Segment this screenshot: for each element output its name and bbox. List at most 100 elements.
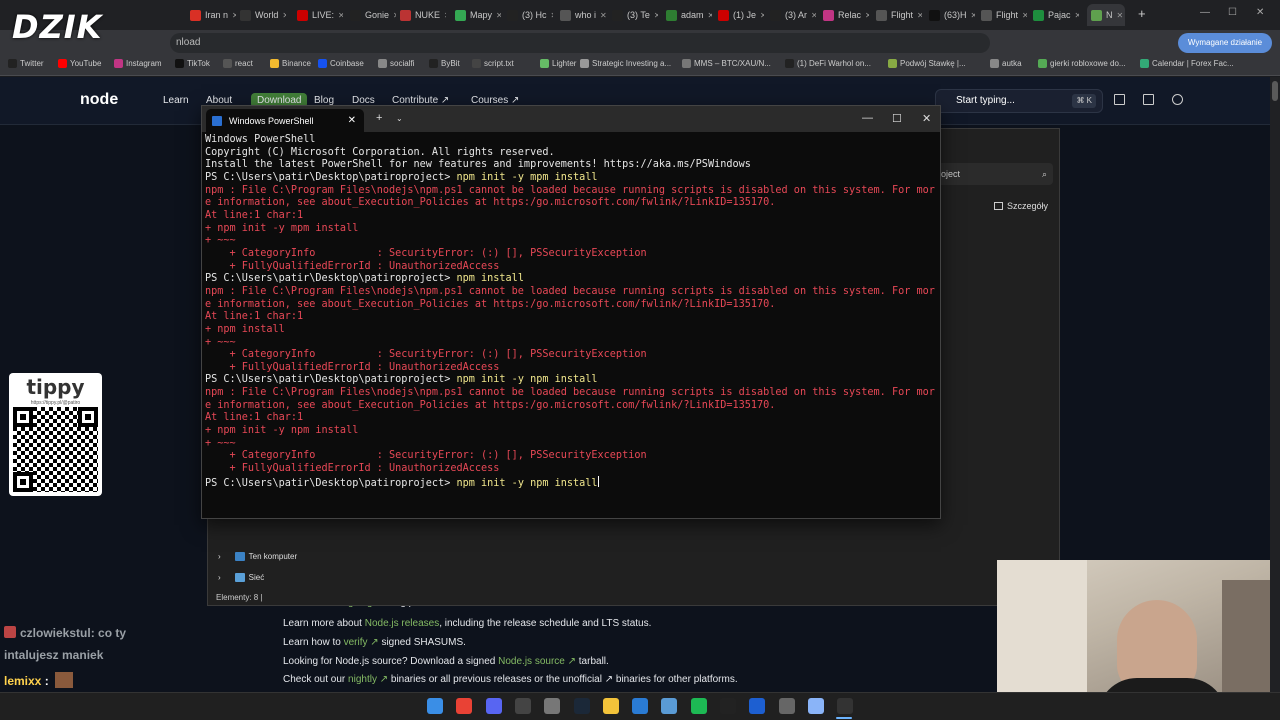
maximize-icon[interactable]: ☐ <box>1228 7 1237 18</box>
nodejs-logo[interactable]: node <box>80 91 118 109</box>
new-tab-icon[interactable]: + <box>376 112 382 124</box>
file-explorer-icon[interactable] <box>602 698 619 714</box>
browser-tab[interactable]: Gonie✕ <box>350 4 396 26</box>
windows-start-icon[interactable] <box>427 698 443 714</box>
browser-tab[interactable]: Relac ✕ <box>823 4 869 26</box>
tab-close-icon[interactable]: ✕ <box>760 11 764 20</box>
chevron-down-icon[interactable]: ⌄ <box>396 114 403 123</box>
terminal-title-bar[interactable]: Windows PowerShell ✕ + ⌄ — ☐ ✕ <box>202 106 940 132</box>
translate-icon[interactable] <box>1143 94 1154 105</box>
bookmark-item[interactable]: Coinbase <box>318 59 364 68</box>
line-link[interactable]: Node.js releases <box>365 618 439 629</box>
browser-tab[interactable]: Flight ✕ <box>981 4 1027 26</box>
bookmark-item[interactable]: react <box>223 59 253 68</box>
bookmark-item[interactable]: script.txt <box>472 59 514 68</box>
tab-close-icon[interactable]: ✕ <box>865 11 869 20</box>
nav-item-this-pc[interactable]: › Ten komputer <box>218 552 297 561</box>
tab-close-icon[interactable]: ✕ <box>282 11 286 20</box>
github-icon[interactable] <box>1172 94 1183 105</box>
minimize-icon[interactable]: — <box>862 112 873 124</box>
bookmark-item[interactable]: Twitter <box>8 59 44 68</box>
browser-tab[interactable]: (3) Te ✕ <box>612 4 658 26</box>
address-bar[interactable]: nload <box>170 33 990 53</box>
monitor-icon[interactable] <box>1114 94 1125 105</box>
terminal-tab[interactable]: Windows PowerShell ✕ <box>206 109 364 132</box>
explorer-search-input[interactable]: oject ⌕ <box>936 163 1053 185</box>
settings-icon[interactable] <box>544 698 561 714</box>
notepad-icon[interactable] <box>807 698 824 714</box>
tab-close-icon[interactable]: ✕ <box>551 11 554 20</box>
current-input[interactable]: npm init -y npm install <box>456 478 597 489</box>
tab-close-icon[interactable]: ✕ <box>971 11 975 20</box>
terminal-icon[interactable] <box>837 698 854 714</box>
bookmark-item[interactable]: Lighter <box>540 59 576 68</box>
scroll-thumb[interactable] <box>1272 81 1278 101</box>
bookmark-item[interactable]: gierki robloxowe do... <box>1038 59 1126 68</box>
close-icon[interactable]: ✕ <box>1256 7 1264 18</box>
chrome-icon[interactable] <box>456 698 473 714</box>
browser-tab[interactable]: Iran n ✕ <box>190 4 236 26</box>
browser-tab[interactable]: adam ✕ <box>666 4 712 26</box>
tab-close-icon[interactable]: ✕ <box>496 11 501 20</box>
bookmark-item[interactable]: Podwój Stawkę |... <box>888 59 966 68</box>
tab-close-icon[interactable]: ✕ <box>444 11 446 20</box>
tab-close-icon[interactable]: ✕ <box>1117 11 1124 20</box>
site-search[interactable]: Start typing... ⌘ K <box>935 89 1103 113</box>
tool-icon[interactable] <box>661 698 678 714</box>
bookmark-item[interactable]: autka <box>990 59 1022 68</box>
spotify-icon[interactable] <box>690 698 707 714</box>
bookmark-item[interactable]: TikTok <box>175 59 210 68</box>
browser-tab[interactable]: (63)H ✕ <box>929 4 975 26</box>
close-icon[interactable]: ✕ <box>922 112 931 125</box>
action-required-button[interactable]: Wymagane działanie <box>1178 33 1272 53</box>
bookmark-item[interactable]: MMS – BTC/XAU/N... <box>682 59 771 68</box>
tab-close-icon[interactable]: ✕ <box>600 11 606 20</box>
bookmark-item[interactable]: Strategic Investing a... <box>580 59 671 68</box>
app-icon[interactable] <box>720 698 736 714</box>
bookmark-item[interactable]: Instagram <box>114 59 162 68</box>
line-link[interactable]: nightly ↗ <box>348 674 388 685</box>
nav-link[interactable]: Learn <box>163 95 189 106</box>
new-tab-button[interactable]: + <box>1138 6 1146 21</box>
close-tab-icon[interactable]: ✕ <box>348 115 356 126</box>
minimize-icon[interactable]: — <box>1200 7 1210 18</box>
capcut-icon[interactable] <box>749 698 766 714</box>
browser-tab[interactable]: (3) Ar ✕ <box>770 4 816 26</box>
page-scrollbar[interactable] <box>1270 77 1280 692</box>
browser-tab[interactable]: LIVE: ✕ <box>297 4 343 26</box>
tab-close-icon[interactable]: ✕ <box>393 11 396 20</box>
details-button[interactable]: Szczegóły <box>994 201 1048 211</box>
tab-close-icon[interactable]: ✕ <box>654 11 658 20</box>
tab-close-icon[interactable]: ✕ <box>232 11 236 20</box>
browser-tab[interactable]: N ✕ <box>1087 4 1125 26</box>
tab-close-icon[interactable]: ✕ <box>811 11 816 20</box>
line-link[interactable]: verify ↗ <box>344 637 379 648</box>
vscode-icon[interactable] <box>632 698 649 714</box>
bookmark-item[interactable]: Calendar | Forex Fac... <box>1140 59 1234 68</box>
obs-icon[interactable] <box>514 698 531 714</box>
browser-tab[interactable]: Flight ✕ <box>876 4 922 26</box>
browser-tab[interactable]: Pajac ✕ <box>1033 4 1079 26</box>
terminal-output[interactable]: Windows PowerShell Copyright (C) Microsof… <box>205 134 937 490</box>
tab-close-icon[interactable]: ✕ <box>1075 11 1079 20</box>
browser-tab[interactable]: who i ✕ <box>560 4 606 26</box>
maximize-icon[interactable]: ☐ <box>892 112 902 125</box>
browser-tab[interactable]: NUKE✕ <box>400 4 446 26</box>
line-link[interactable]: Node.js source ↗ <box>498 656 576 667</box>
browser-tab[interactable]: Mapy ✕ <box>455 4 501 26</box>
nav-item-network[interactable]: › Sieć <box>218 573 264 582</box>
bookmark-item[interactable]: socialfi <box>378 59 414 68</box>
bookmark-item[interactable]: Binance <box>270 59 311 68</box>
bookmark-item[interactable]: ByBit <box>429 59 460 68</box>
bookmark-item[interactable]: YouTube <box>58 59 101 68</box>
bookmark-item[interactable]: (1) DeFi Warhol on... <box>785 59 871 68</box>
browser-tab[interactable]: (1) Je ✕ <box>718 4 764 26</box>
tab-close-icon[interactable]: ✕ <box>1022 11 1027 20</box>
browser-tab[interactable]: World ✕ <box>240 4 286 26</box>
current-prompt-line[interactable]: PS C:\Users\patir\Desktop\patiroproject>… <box>205 475 937 491</box>
tab-close-icon[interactable]: ✕ <box>338 11 343 20</box>
discord-icon[interactable] <box>485 698 502 714</box>
tab-close-icon[interactable]: ✕ <box>708 11 712 20</box>
steam-icon[interactable] <box>573 698 590 714</box>
app-icon[interactable] <box>778 698 795 714</box>
